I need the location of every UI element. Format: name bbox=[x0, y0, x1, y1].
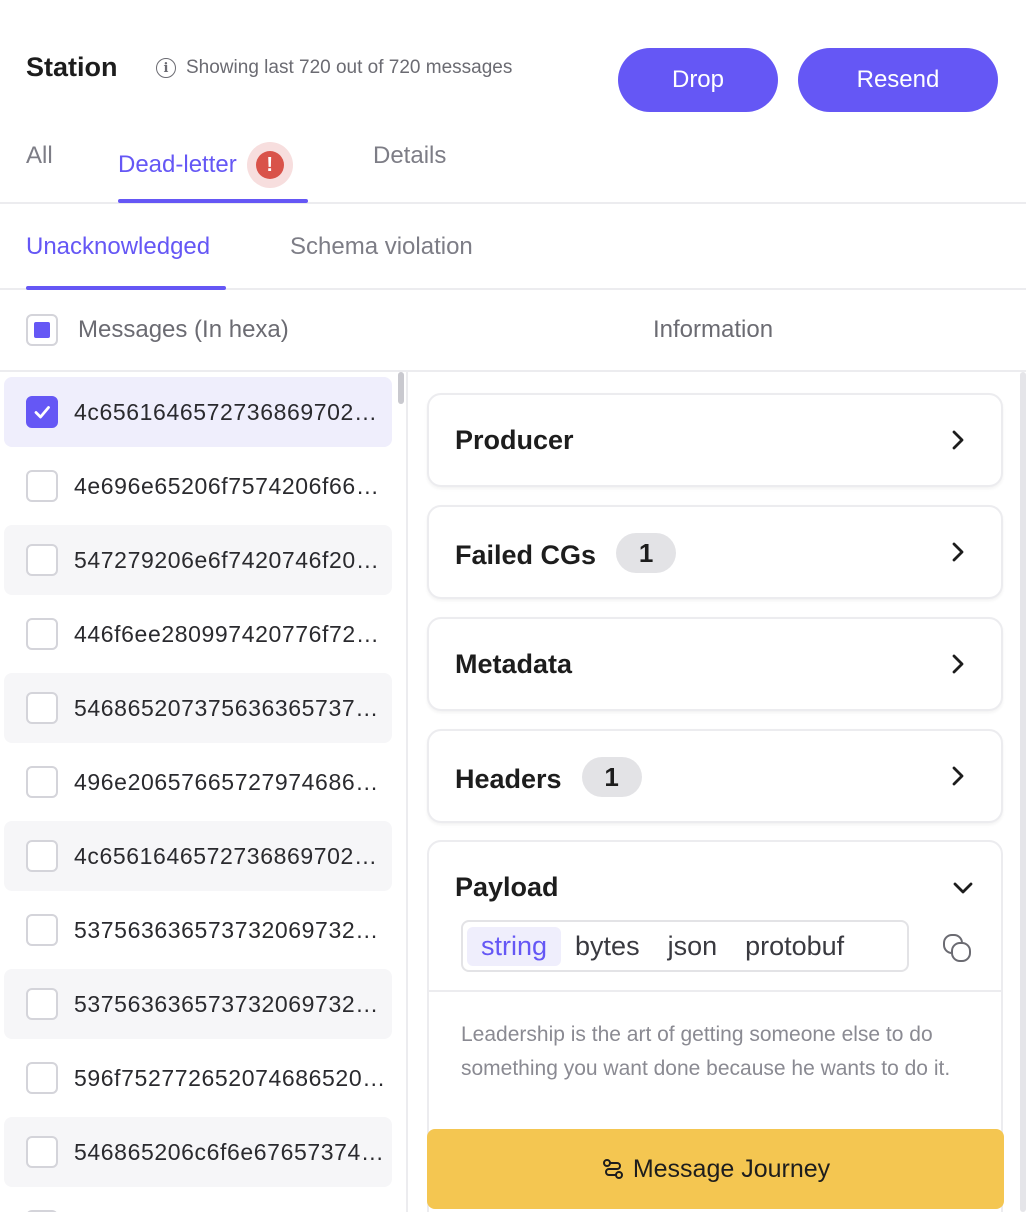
message-hex: 546865206c6f6e676573742064697374616e6365… bbox=[74, 1138, 390, 1165]
list-item[interactable] bbox=[4, 1191, 392, 1212]
message-hex: 4e696e65206f7574206f662074656e2074696d65… bbox=[74, 472, 390, 499]
chevron-right-icon bbox=[952, 654, 964, 674]
copy-icon[interactable] bbox=[941, 932, 973, 964]
journey-icon bbox=[602, 1159, 623, 1179]
chevron-right-icon bbox=[952, 542, 964, 562]
format-string[interactable]: string bbox=[467, 926, 562, 966]
payload-divider bbox=[429, 990, 1001, 992]
producer-section[interactable]: Producer bbox=[427, 393, 1003, 487]
list-item[interactable]: 53756363657373206973206e6f742066696e616c… bbox=[4, 969, 392, 1039]
message-checkbox[interactable] bbox=[26, 766, 58, 798]
indeterminate-mark bbox=[34, 322, 50, 338]
message-hex: 5468652073756363657373206f66206120706572… bbox=[74, 694, 390, 721]
producer-title: Producer bbox=[455, 425, 574, 455]
tab-dead-letter[interactable]: Dead-letter ! bbox=[118, 142, 293, 188]
sub-tabs: Unacknowledged Schema violation bbox=[0, 204, 1026, 290]
drop-button[interactable]: Drop bbox=[618, 48, 778, 112]
chevron-down-icon[interactable] bbox=[951, 876, 975, 900]
list-item[interactable]: 4e696e65206f7574206f662074656e2074696d65… bbox=[4, 451, 392, 521]
select-all-checkbox[interactable] bbox=[26, 314, 58, 346]
messages-column-header: Messages (In hexa) bbox=[78, 316, 289, 343]
message-hex: 596f752772652074686520626573742065766572… bbox=[74, 1064, 390, 1091]
failed-cgs-title: Failed CGs 1 bbox=[455, 533, 677, 573]
chevron-right-icon bbox=[952, 766, 964, 786]
format-protobuf[interactable]: protobuf bbox=[731, 927, 858, 966]
headers-count-badge: 1 bbox=[581, 757, 642, 797]
message-hex: 4c65616465727368697020697320746865206172… bbox=[74, 398, 390, 425]
message-journey-button[interactable]: Message Journey bbox=[427, 1129, 1004, 1209]
message-list-scrollbar[interactable] bbox=[398, 372, 404, 404]
payload-title: Payload bbox=[455, 872, 559, 902]
message-hex: 496e2065766572797468696e6720746861742079… bbox=[74, 768, 390, 795]
information-column-header: Information bbox=[653, 316, 774, 343]
info-icon: i bbox=[156, 58, 176, 78]
list-item[interactable]: 546865206c6f6e676573742064697374616e6365… bbox=[4, 1117, 392, 1187]
check-icon bbox=[34, 406, 50, 419]
message-checkbox[interactable] bbox=[26, 618, 58, 650]
list-item[interactable]: 5468652073756363657373206f66206120706572… bbox=[4, 673, 392, 743]
message-count-text: Showing last 720 out of 720 messages bbox=[186, 57, 513, 78]
format-bytes[interactable]: bytes bbox=[561, 927, 654, 966]
tab-unacknowledged[interactable]: Unacknowledged bbox=[26, 233, 210, 261]
message-count-info: i Showing last 720 out of 720 messages bbox=[156, 57, 512, 79]
list-item[interactable]: 4c65616465727368697020697320746865206172… bbox=[4, 377, 392, 447]
message-checkbox[interactable] bbox=[26, 914, 58, 946]
message-hex: 53756363657373206973206e6f742066696e616c… bbox=[74, 990, 390, 1017]
main-tabs: All Dead-letter ! Details bbox=[0, 120, 1026, 204]
column-headers: Messages (In hexa) Information bbox=[0, 290, 1026, 372]
station-header: Station i Showing last 720 out of 720 me… bbox=[0, 0, 1026, 120]
message-checkbox[interactable] bbox=[26, 1062, 58, 1094]
headers-section[interactable]: Headers 1 bbox=[427, 729, 1003, 823]
message-checkbox[interactable] bbox=[26, 544, 58, 576]
message-checkbox[interactable] bbox=[26, 396, 58, 428]
message-journey-label: Message Journey bbox=[632, 1154, 831, 1183]
metadata-title: Metadata bbox=[455, 649, 573, 679]
tab-dead-letter-label: Dead-letter bbox=[118, 151, 237, 178]
headers-title: Headers 1 bbox=[455, 757, 642, 797]
information-panel: Producer Failed CGs 1 Metadata Headers 1… bbox=[410, 372, 1026, 1212]
tab-all[interactable]: All bbox=[26, 142, 53, 170]
list-item[interactable]: 547279206e6f7420746f206265636f6d65206120… bbox=[4, 525, 392, 595]
message-checkbox[interactable] bbox=[26, 988, 58, 1020]
message-list: 4c65616465727368697020697320746865206172… bbox=[0, 372, 408, 1212]
headers-label: Headers bbox=[455, 763, 562, 794]
tab-schema-violation[interactable]: Schema violation bbox=[290, 233, 473, 261]
list-item[interactable]: 446f6ee280997420776f72727920616c626f7574 bbox=[4, 599, 392, 669]
exclamation-icon: ! bbox=[255, 151, 284, 179]
metadata-section[interactable]: Metadata bbox=[427, 617, 1003, 711]
list-item[interactable]: 496e2065766572797468696e6720746861742079… bbox=[4, 747, 392, 817]
message-checkbox[interactable] bbox=[26, 1136, 58, 1168]
message-checkbox[interactable] bbox=[26, 692, 58, 724]
chevron-right-icon bbox=[952, 430, 964, 450]
list-item[interactable]: 53756363657373206973206e6f742066696e616c… bbox=[4, 895, 392, 965]
payload-content: Leadership is the art of getting someone… bbox=[461, 1023, 951, 1080]
list-item[interactable]: 596f752772652074686520626573742065766572… bbox=[4, 1043, 392, 1113]
active-tab-indicator bbox=[118, 199, 308, 203]
payload-format-selector: string bytes json protobuf bbox=[461, 920, 909, 972]
failed-cgs-count-badge: 1 bbox=[616, 533, 677, 573]
information-panel-scrollbar[interactable] bbox=[1020, 372, 1026, 1212]
list-item[interactable]: 4c65616465727368697020697320746865206172… bbox=[4, 821, 392, 891]
message-checkbox[interactable] bbox=[26, 840, 58, 872]
format-json[interactable]: json bbox=[654, 927, 732, 966]
message-hex: 446f6ee280997420776f72727920616c626f7574 bbox=[74, 620, 390, 647]
tab-details-label: Details bbox=[373, 142, 447, 169]
message-hex: 547279206e6f7420746f206265636f6d65206120… bbox=[74, 546, 390, 573]
failed-cgs-label: Failed CGs bbox=[455, 539, 597, 570]
page-title: Station bbox=[26, 52, 118, 82]
message-checkbox[interactable] bbox=[26, 470, 58, 502]
tab-details[interactable]: Details bbox=[373, 142, 446, 170]
dead-letter-warning-badge: ! bbox=[246, 142, 293, 188]
failed-cgs-section[interactable]: Failed CGs 1 bbox=[427, 505, 1003, 599]
message-hex: 4c65616465727368697020697320746865206172… bbox=[74, 842, 390, 869]
message-hex: 53756363657373206973206e6f742066696e616c… bbox=[74, 916, 390, 943]
tab-all-label: All bbox=[26, 142, 53, 169]
resend-button[interactable]: Resend bbox=[798, 48, 998, 112]
